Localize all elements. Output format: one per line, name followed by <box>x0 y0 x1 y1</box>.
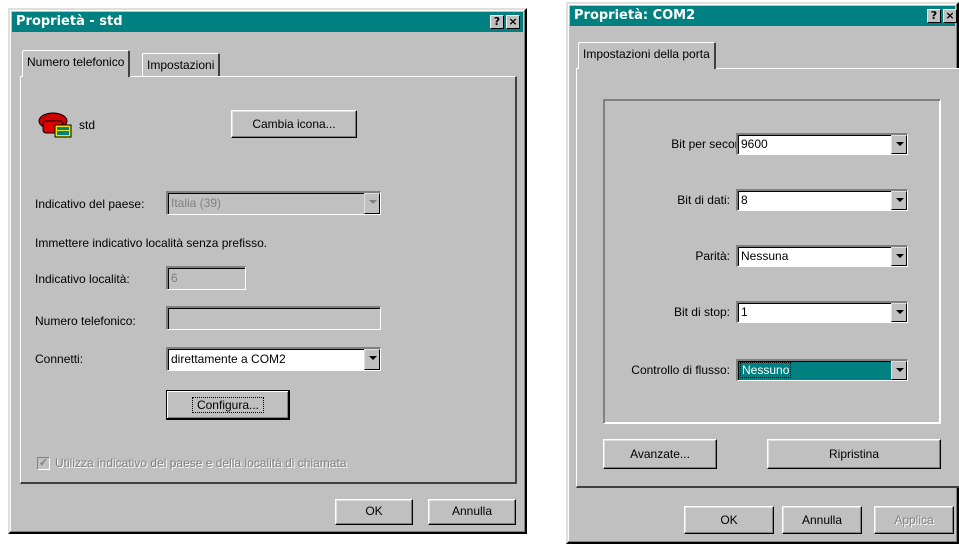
ok-button[interactable]: OK <box>684 506 774 534</box>
select-value: direttamente a COM2 <box>171 352 286 366</box>
chevron-down-icon[interactable] <box>891 247 907 266</box>
flow-control-label: Controllo di flusso: <box>631 363 730 377</box>
apply-button[interactable]: Applica <box>874 506 954 534</box>
country-code-select[interactable]: Italia (39) <box>166 191 381 215</box>
use-codes-label: Utilizza indicativo del paese e della lo… <box>55 456 347 470</box>
title-bar[interactable]: Proprietà: COM2 ? × <box>570 6 957 26</box>
tab-numero-telefonico[interactable]: Numero telefonico <box>22 50 131 77</box>
select-value: Italia (39) <box>171 196 222 210</box>
button-label: Avanzate... <box>630 447 690 461</box>
area-code-input[interactable]: 6 <box>166 266 246 290</box>
advanced-button[interactable]: Avanzate... <box>603 439 717 469</box>
button-label: Configura... <box>191 397 265 413</box>
ok-button[interactable]: OK <box>335 499 413 525</box>
button-label: Ripristina <box>828 447 879 461</box>
configure-button[interactable]: Configura... <box>166 390 290 420</box>
tab-panel: std Cambia icona... Indicativo del paese… <box>20 76 517 484</box>
connection-name: std <box>79 118 96 132</box>
phone-number-input[interactable] <box>166 306 381 330</box>
tab-label: Numero telefonico <box>27 55 125 69</box>
window-title: Proprietà - std <box>16 14 123 29</box>
chevron-down-icon[interactable] <box>364 349 380 370</box>
flow-control-select[interactable]: Nessuno <box>736 359 908 381</box>
button-label: Annulla <box>801 513 843 527</box>
close-button[interactable]: × <box>943 9 957 23</box>
hint-text: Immettere indicativo località senza pref… <box>35 236 268 250</box>
help-button[interactable]: ? <box>927 9 941 23</box>
area-code-label: Indicativo località: <box>35 272 130 286</box>
button-label: Annulla <box>451 504 493 518</box>
select-value: Nessuna <box>741 249 789 263</box>
chevron-down-icon[interactable] <box>891 135 907 154</box>
help-icon: ? <box>493 15 501 28</box>
select-value: 9600 <box>741 137 768 151</box>
window-title: Proprietà: COM2 <box>574 8 696 23</box>
input-value: 6 <box>171 271 178 285</box>
parity-label: Parità: <box>695 249 730 263</box>
change-icon-button[interactable]: Cambia icona... <box>231 110 357 138</box>
chevron-down-icon[interactable] <box>364 193 380 214</box>
close-icon: × <box>945 9 955 22</box>
chevron-down-icon[interactable] <box>891 303 907 322</box>
phone-icon <box>37 109 73 139</box>
port-settings-group: Bit per secondo: 9600 Bit di dati: 8 Par… <box>603 99 941 424</box>
cancel-button[interactable]: Annulla <box>782 506 862 534</box>
properties-com2-dialog: Proprietà: COM2 ? × Impostazioni della p… <box>566 2 959 544</box>
help-button[interactable]: ? <box>490 15 504 29</box>
data-bits-label: Bit di dati: <box>677 193 730 207</box>
chevron-down-icon[interactable] <box>891 191 907 210</box>
connect-label: Connetti: <box>35 352 84 366</box>
parity-select[interactable]: Nessuna <box>736 245 908 267</box>
button-label: OK <box>720 513 738 527</box>
tab-impostazioni-della-porta[interactable]: Impostazioni della porta <box>578 42 716 69</box>
chevron-down-icon[interactable] <box>891 361 907 380</box>
use-codes-checkbox[interactable]: ✓ <box>37 457 50 470</box>
phone-number-label: Numero telefonico: <box>35 314 136 328</box>
data-bits-select[interactable]: 8 <box>736 189 908 211</box>
tab-label: Impostazioni <box>147 58 215 72</box>
restore-button[interactable]: Ripristina <box>767 439 941 469</box>
select-value: 1 <box>741 305 748 319</box>
help-icon: ? <box>930 9 938 22</box>
bits-per-second-select[interactable]: 9600 <box>736 133 908 155</box>
tab-impostazioni[interactable]: Impostazioni <box>142 53 221 77</box>
close-button[interactable]: × <box>506 15 520 29</box>
select-value: 8 <box>741 193 748 207</box>
stop-bits-label: Bit di stop: <box>673 305 730 319</box>
tab-panel: Bit per secondo: 9600 Bit di dati: 8 Par… <box>576 68 959 488</box>
country-code-label: Indicativo del paese: <box>35 197 145 211</box>
cancel-button[interactable]: Annulla <box>428 499 516 525</box>
close-icon: × <box>508 15 518 28</box>
button-label: OK <box>365 504 383 518</box>
stop-bits-select[interactable]: 1 <box>736 301 908 323</box>
button-label: Applica <box>894 513 934 527</box>
title-bar[interactable]: Proprietà - std ? × <box>12 12 523 32</box>
properties-std-dialog: Proprietà - std ? × Numero telefonico Im… <box>8 8 527 534</box>
select-value: Nessuno <box>739 362 792 378</box>
tab-label: Impostazioni della porta <box>583 47 710 61</box>
connect-select[interactable]: direttamente a COM2 <box>166 347 381 371</box>
button-label: Cambia icona... <box>252 117 336 131</box>
